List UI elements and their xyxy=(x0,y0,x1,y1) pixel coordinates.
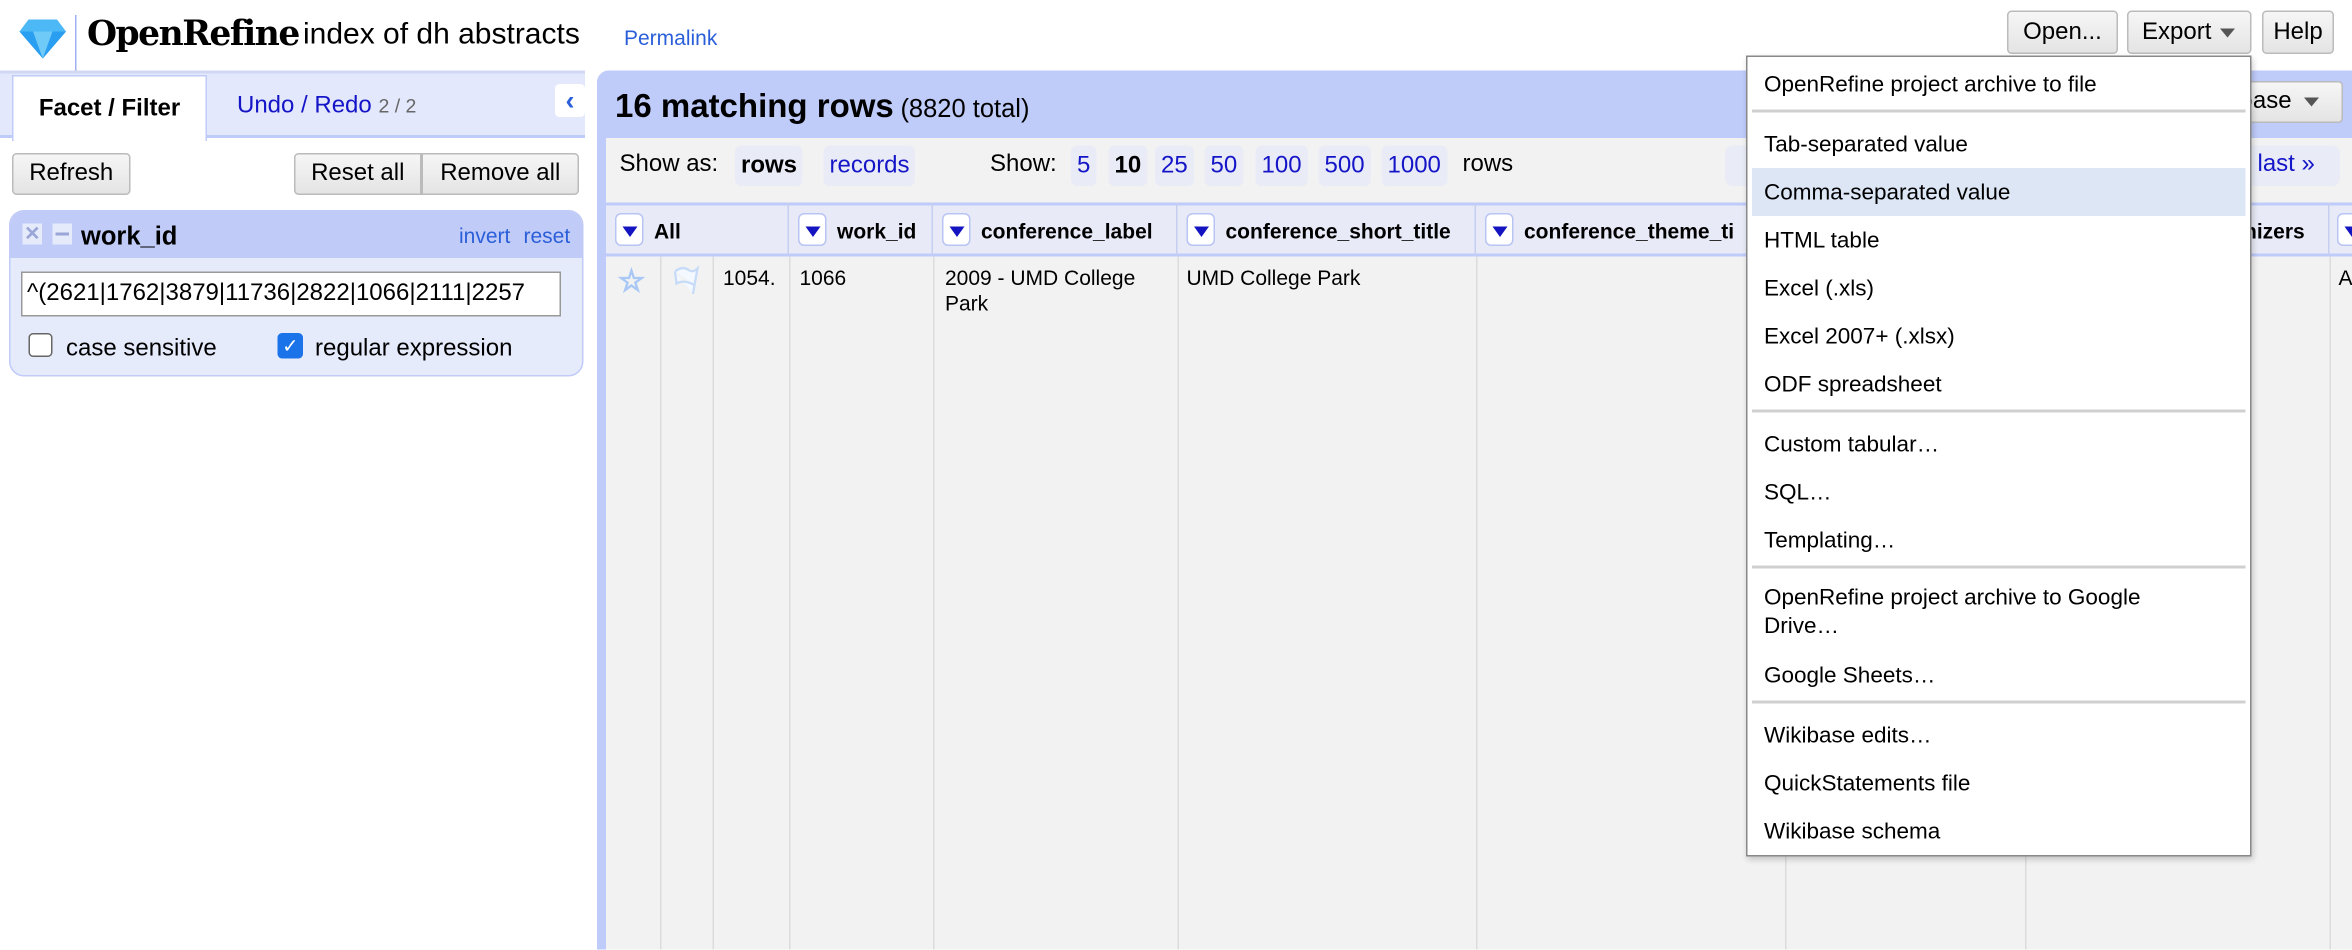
menu-item-wikibase-edits[interactable]: Wikibase edits… xyxy=(1752,711,2246,759)
flag-icon[interactable] xyxy=(671,264,701,297)
collapse-panel-icon[interactable]: ‹ xyxy=(555,84,585,117)
total-rows: (8820 total) xyxy=(900,94,1030,124)
facet-title: work_id xyxy=(81,222,178,251)
undo-redo-label: Undo / Redo xyxy=(237,93,372,119)
facet-work-id: ✕ work_id invert reset ^(2621|1762|3879|… xyxy=(9,210,584,377)
facet-reset-link[interactable]: reset xyxy=(524,224,571,248)
column-title: work_id xyxy=(837,219,917,243)
menu-item-google-sheets[interactable]: Google Sheets… xyxy=(1752,651,2246,699)
menu-item-google-drive[interactable]: OpenRefine project archive to Google Dri… xyxy=(1752,576,2246,648)
help-button[interactable]: Help xyxy=(2262,10,2334,54)
export-label: Export xyxy=(2142,18,2212,45)
menu-item-templating[interactable]: Templating… xyxy=(1752,516,2246,564)
column-title: nizers xyxy=(2244,219,2305,243)
export-menu: OpenRefine project archive to file Tab-s… xyxy=(1746,55,2252,857)
undo-redo-count: 2 / 2 xyxy=(378,94,417,118)
page-size-25[interactable]: 25 xyxy=(1155,145,1194,186)
column-title: conference_short_title xyxy=(1225,219,1451,243)
menu-separator xyxy=(1752,409,2246,413)
page-size-10[interactable]: 10 xyxy=(1108,145,1148,186)
case-sensitive-checkbox[interactable] xyxy=(28,333,53,357)
page-size-50[interactable]: 50 xyxy=(1204,145,1244,186)
cell-work-id[interactable]: 1066 xyxy=(800,266,847,292)
permalink[interactable]: Permalink xyxy=(624,26,717,50)
tab-facet-filter[interactable]: Facet / Filter xyxy=(12,75,207,141)
refresh-button[interactable]: Refresh xyxy=(12,153,131,195)
column-header-next xyxy=(2330,203,2352,256)
column-header-all: All xyxy=(606,202,789,255)
menu-item-tsv[interactable]: Tab-separated value xyxy=(1752,120,2246,168)
menu-item-odf[interactable]: ODF spreadsheet xyxy=(1752,360,2246,408)
matching-rows-count: 16 matching rows xyxy=(615,87,894,125)
regular-expression-checkbox[interactable]: ✓ xyxy=(277,333,303,359)
show-label: Show: xyxy=(990,151,1057,178)
menu-item-csv[interactable]: Comma-separated value xyxy=(1752,168,2246,216)
menu-separator xyxy=(1752,109,2246,113)
cell-conference-label[interactable]: 2009 - UMD College Park xyxy=(945,266,1170,317)
menu-item-excel-xlsx[interactable]: Excel 2007+ (.xlsx) xyxy=(1752,312,2246,360)
last-page-link[interactable]: last » xyxy=(2258,152,2315,179)
page-size-100[interactable]: 100 xyxy=(1255,145,1308,186)
minimize-facet-icon[interactable] xyxy=(52,223,72,245)
caret-down-icon xyxy=(2220,27,2236,37)
export-button[interactable]: Export xyxy=(2127,10,2252,54)
show-as-label: Show as: xyxy=(619,151,719,178)
menu-item-custom-tabular[interactable]: Custom tabular… xyxy=(1752,420,2246,468)
column-menu-icon[interactable] xyxy=(942,213,971,246)
matching-rows-summary: 16 matching rows (8820 total) xyxy=(615,87,1029,126)
menu-item-quickstatements[interactable]: QuickStatements file xyxy=(1752,759,2246,807)
reset-all-button[interactable]: Reset all xyxy=(294,153,422,195)
remove-facet-icon[interactable]: ✕ xyxy=(22,223,42,245)
column-header-conference-label: conference_label xyxy=(933,202,1178,255)
page-size-1000[interactable]: 1000 xyxy=(1381,145,1447,186)
menu-separator xyxy=(1752,565,2246,569)
column-header-work-id: work_id xyxy=(789,202,933,255)
column-title: All xyxy=(654,219,681,243)
menu-item-excel-xls[interactable]: Excel (.xls) xyxy=(1752,264,2246,312)
column-title: conference_theme_ti xyxy=(1524,219,1735,243)
menu-item-html-table[interactable]: HTML table xyxy=(1752,216,2246,264)
case-sensitive-label: case sensitive xyxy=(66,336,217,362)
column-title: conference_label xyxy=(981,219,1153,243)
menu-item-openrefine-archive-file[interactable]: OpenRefine project archive to file xyxy=(1752,60,2246,108)
column-header-conference-short-title: conference_short_title xyxy=(1178,202,1476,255)
facet-invert-link[interactable]: invert xyxy=(459,224,510,248)
show-as-records[interactable]: records xyxy=(823,145,916,186)
column-menu-icon[interactable] xyxy=(1485,213,1514,246)
row-number: 1054. xyxy=(723,265,776,290)
page-size-5[interactable]: 5 xyxy=(1071,145,1097,186)
openrefine-logo-icon xyxy=(19,19,66,59)
menu-separator xyxy=(1752,700,2246,704)
regular-expression-label: regular expression xyxy=(315,336,513,362)
rows-word: rows xyxy=(1462,151,1514,178)
openrefine-window: OpenRefine index of dh abstracts Permali… xyxy=(0,0,2352,950)
column-header-conference-theme-title: conference_theme_ti xyxy=(1476,202,1785,255)
project-title[interactable]: index of dh abstracts xyxy=(303,18,580,53)
tab-undo-redo[interactable]: Undo / Redo 2 / 2 xyxy=(237,93,416,120)
page-size-500[interactable]: 500 xyxy=(1318,145,1371,186)
column-menu-icon[interactable] xyxy=(2337,213,2352,246)
app-name: OpenRefine xyxy=(87,13,300,55)
remove-all-button[interactable]: Remove all xyxy=(421,153,579,195)
star-icon[interactable]: ☆ xyxy=(617,263,645,301)
menu-item-wikibase-schema[interactable]: Wikibase schema xyxy=(1752,807,2246,855)
column-menu-icon[interactable] xyxy=(1186,213,1215,246)
column-menu-icon[interactable] xyxy=(615,213,644,246)
facet-text-input[interactable]: ^(2621|1762|3879|11736|2822|1066|2111|22… xyxy=(21,271,561,317)
cell-last-column[interactable]: A xyxy=(2339,266,2352,292)
cell-conference-short-title[interactable]: UMD College Park xyxy=(1187,266,1361,292)
open-button[interactable]: Open... xyxy=(2007,10,2118,54)
show-as-rows[interactable]: rows xyxy=(735,145,804,186)
menu-item-sql[interactable]: SQL… xyxy=(1752,468,2246,516)
caret-down-icon xyxy=(2303,97,2319,107)
column-menu-icon[interactable] xyxy=(798,213,827,246)
